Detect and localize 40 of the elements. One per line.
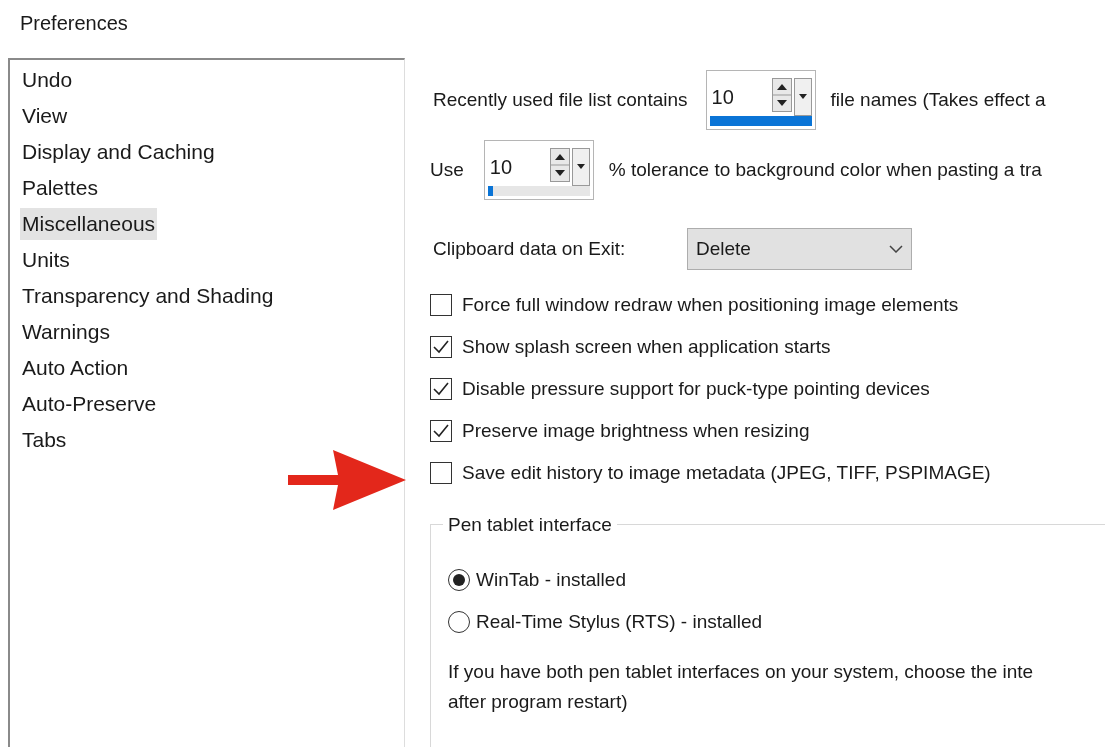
spinner-arrows-icon[interactable] [549, 148, 570, 182]
spin-field[interactable]: 10 [483, 140, 594, 200]
field-label: Clipboard data on Exit: [433, 236, 627, 261]
category-item[interactable]: Auto Action [20, 352, 131, 384]
category-item[interactable]: Undo [20, 64, 75, 96]
checkbox-label: Preserve image brightness when resizing [462, 418, 810, 443]
category-item[interactable]: Miscellaneous [20, 208, 158, 240]
category-item[interactable]: Warnings [20, 316, 112, 348]
checkbox[interactable] [430, 420, 452, 442]
checkbox[interactable] [430, 294, 452, 316]
category-item[interactable]: View [20, 100, 70, 132]
checkbox-label: Save edit history to image metadata (JPEG, TIFF, PSPIMAGE) [462, 460, 991, 485]
checkbox[interactable] [430, 378, 452, 400]
field-suffix: % tolerance to background color when pasting a tra [608, 157, 1042, 182]
category-item[interactable]: Transparency and Shading [20, 280, 276, 312]
radio-label: WinTab - installed [476, 567, 626, 592]
spinner-arrows-icon[interactable] [771, 78, 792, 112]
checkbox-label: Force full window redraw when positioning image elements [462, 292, 959, 317]
field-suffix: file names (Takes effect a [830, 87, 1046, 112]
radio-button[interactable] [448, 611, 470, 633]
checkbox[interactable] [430, 336, 452, 358]
checkbox-label: Disable pressure support for puck-type pointing devices [462, 376, 930, 401]
chevron-down-icon [889, 245, 903, 253]
category-item[interactable]: Display and Caching [20, 136, 217, 168]
window-title: Preferences [20, 11, 128, 36]
category-item[interactable]: Palettes [20, 172, 100, 204]
spin-field[interactable]: 10 [705, 70, 816, 130]
field-label: Use [430, 157, 464, 182]
category-item[interactable]: Tabs [20, 424, 69, 456]
clipboard-dropdown[interactable]: Delete [687, 228, 912, 270]
help-text: If you have both pen tablet interfaces on your system, choose the inte [448, 660, 1035, 684]
help-text: after program restart) [448, 690, 629, 714]
category-item[interactable]: Units [20, 244, 72, 276]
checkbox-label: Show splash screen when application starts [462, 334, 831, 359]
radio-button[interactable] [448, 569, 470, 591]
field-label: Recently used file list contains [433, 87, 688, 112]
radio-label: Real-Time Stylus (RTS) - installed [476, 609, 763, 634]
checkbox[interactable] [430, 462, 452, 484]
arrow-icon [288, 450, 406, 510]
category-item[interactable]: Auto-Preserve [20, 388, 159, 420]
